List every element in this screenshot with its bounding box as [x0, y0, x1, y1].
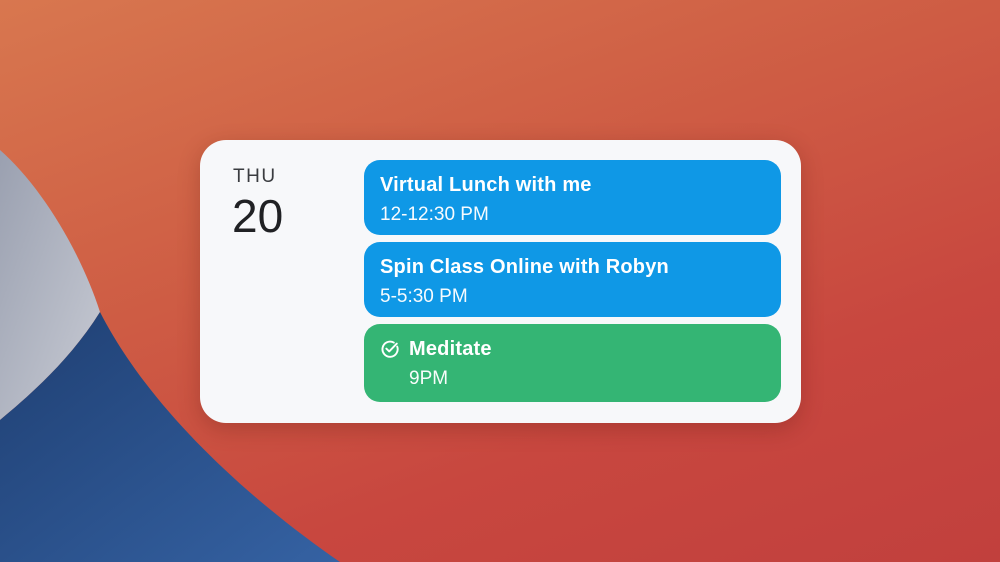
- event-list: Virtual Lunch with me 12-12:30 PM Spin C…: [364, 160, 781, 409]
- event-card-completed[interactable]: Meditate 9PM: [364, 324, 781, 402]
- event-card[interactable]: Virtual Lunch with me 12-12:30 PM: [364, 160, 781, 235]
- event-title: Virtual Lunch with me: [380, 174, 592, 196]
- event-card[interactable]: Spin Class Online with Robyn 5-5:30 PM: [364, 242, 781, 317]
- event-title: Spin Class Online with Robyn: [380, 256, 669, 278]
- event-time: 5-5:30 PM: [380, 286, 468, 307]
- event-title-row: Meditate: [380, 336, 765, 362]
- event-time: 12-12:30 PM: [380, 204, 489, 225]
- calendar-widget[interactable]: THU 20 Virtual Lunch with me 12-12:30 PM…: [200, 140, 801, 423]
- check-circle-icon: [381, 340, 399, 358]
- event-time: 9PM: [409, 368, 449, 389]
- date-column: THU 20: [232, 166, 283, 242]
- day-number: 20: [232, 190, 284, 242]
- day-name: THU: [233, 166, 277, 187]
- event-title: Meditate: [409, 338, 492, 360]
